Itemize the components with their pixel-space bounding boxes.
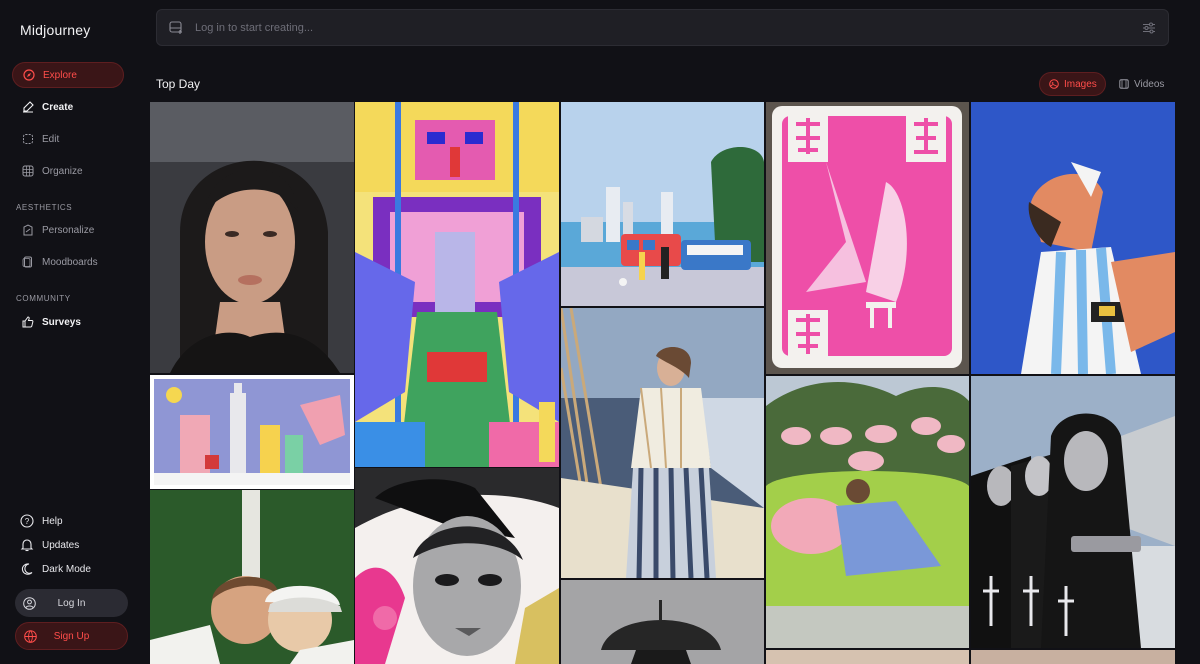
help-link[interactable]: ? Help — [20, 514, 63, 528]
gallery-image-umbrella-figure[interactable] — [561, 580, 764, 664]
thumbs-up-icon — [21, 316, 34, 329]
gallery-image-sheep-sofa[interactable] — [766, 376, 969, 648]
gallery-image-football-player-illustration[interactable] — [971, 102, 1175, 374]
dark-mode-label: Dark Mode — [42, 563, 91, 575]
app-logo[interactable]: Midjourney — [20, 22, 90, 38]
community-section-label: COMMUNITY — [16, 294, 71, 303]
gallery-image-ink-portrait[interactable] — [355, 468, 559, 664]
settings-sliders-icon[interactable] — [1142, 21, 1156, 35]
dark-mode-toggle[interactable]: Dark Mode — [20, 562, 91, 576]
edit-icon — [21, 133, 34, 146]
nav-surveys[interactable]: Surveys — [12, 309, 124, 335]
nav-surveys-label: Surveys — [42, 316, 81, 328]
gallery-image-sailing-woman[interactable] — [561, 308, 764, 578]
image-add-icon[interactable] — [169, 20, 185, 36]
nav-explore[interactable]: Explore — [12, 62, 124, 88]
gallery-image-bus-interior-illustration[interactable] — [355, 102, 559, 467]
prompt-input[interactable] — [195, 21, 1095, 34]
signup-button[interactable]: Sign Up — [15, 622, 128, 650]
gallery-image-masked-figures[interactable] — [971, 376, 1175, 648]
nav-create-label: Create — [42, 101, 74, 113]
bell-icon — [20, 538, 34, 552]
tab-videos-label: Videos — [1134, 78, 1165, 90]
nav-moodboards-label: Moodboards — [42, 256, 98, 268]
updates-link[interactable]: Updates — [20, 538, 79, 552]
image-icon — [1049, 79, 1059, 89]
aesthetics-section-label: AESTHETICS — [16, 203, 73, 212]
nav-edit[interactable]: Edit — [12, 126, 124, 152]
brush-icon — [21, 101, 34, 114]
gallery-image-partial-1[interactable] — [766, 650, 969, 664]
help-icon: ? — [20, 514, 34, 528]
gallery-image-naive-city-painting[interactable] — [150, 375, 354, 489]
nav-edit-label: Edit — [42, 133, 60, 145]
help-label: Help — [42, 515, 63, 527]
nav-personalize[interactable]: Personalize — [12, 217, 124, 243]
user-icon — [23, 596, 36, 610]
nav-explore-label: Explore — [43, 69, 77, 81]
nav-create[interactable]: Create — [12, 94, 124, 120]
sidebar: Midjourney Explore Create Edit Organize … — [0, 0, 140, 664]
svg-text:?: ? — [25, 517, 30, 526]
updates-label: Updates — [42, 539, 80, 551]
nav-personalize-label: Personalize — [42, 224, 95, 236]
nav-moodboards[interactable]: Moodboards — [12, 249, 124, 275]
tab-images-label: Images — [1064, 78, 1097, 90]
gallery-image-tennis-couple[interactable] — [150, 490, 354, 664]
gallery-image-city-bus-stop[interactable] — [561, 102, 764, 306]
personalize-icon — [21, 224, 34, 237]
globe-icon — [24, 629, 37, 643]
tab-images[interactable]: Images — [1039, 72, 1106, 96]
gallery-image-partial-2[interactable] — [971, 650, 1175, 664]
nav-organize[interactable]: Organize — [12, 158, 124, 184]
compass-icon — [22, 69, 35, 82]
feed-title: Top Day — [156, 77, 201, 91]
prompt-bar — [156, 9, 1169, 46]
moodboard-icon — [21, 256, 34, 269]
gallery-image-portrait-woman[interactable] — [150, 102, 354, 373]
tab-videos[interactable]: Videos — [1110, 72, 1170, 96]
gallery-image-pink-print-card[interactable] — [766, 102, 969, 374]
video-icon — [1119, 79, 1129, 89]
moon-icon — [20, 562, 34, 576]
nav-organize-label: Organize — [42, 165, 83, 177]
grid-icon — [21, 165, 34, 178]
login-button[interactable]: Log In — [15, 589, 128, 617]
